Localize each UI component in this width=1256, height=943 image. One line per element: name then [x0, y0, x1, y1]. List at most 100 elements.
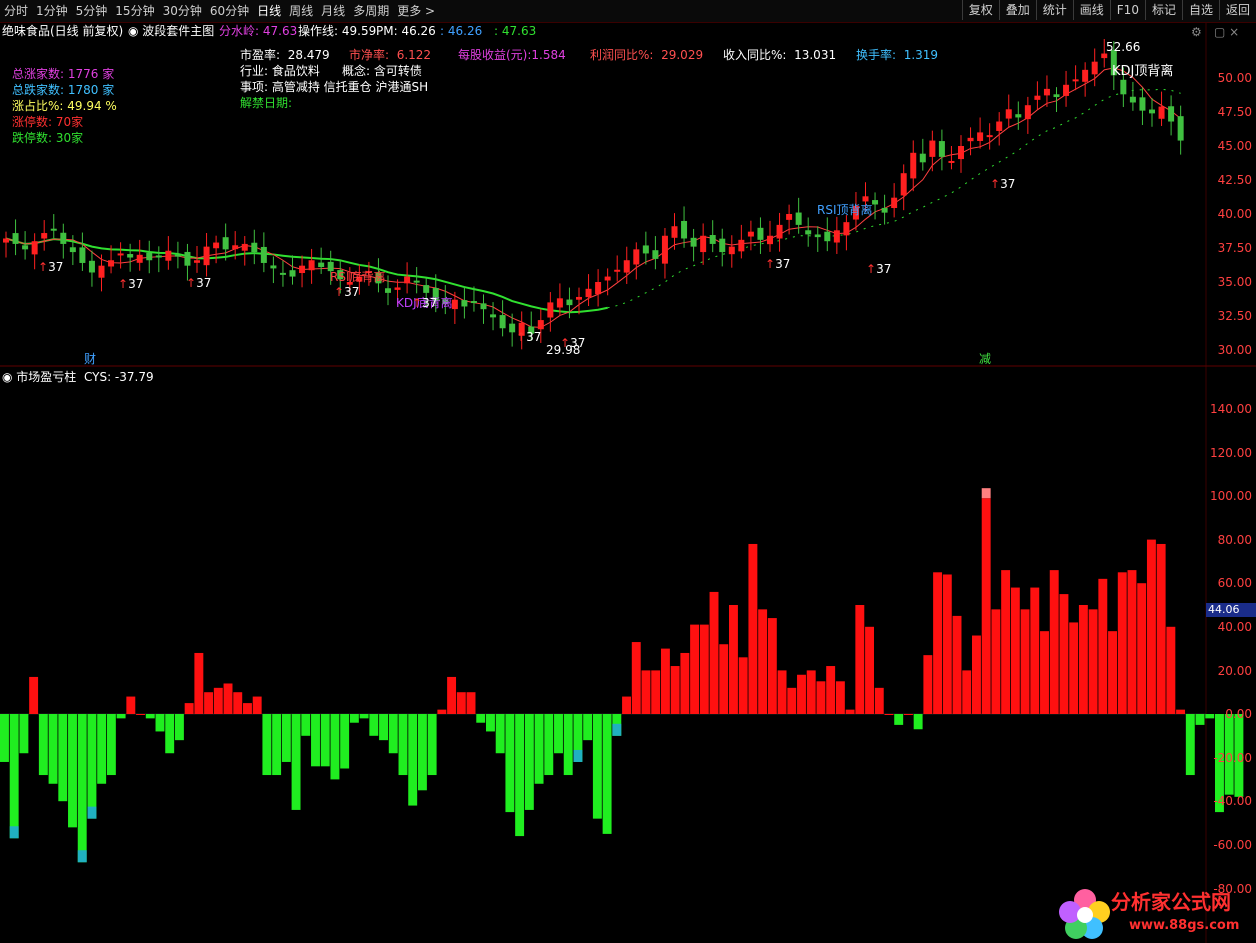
chart-canvas[interactable] — [0, 0, 1256, 943]
indicator-toggle-icon[interactable]: ◉ — [128, 24, 142, 38]
bar-mark — [349, 714, 359, 723]
bar-mark — [106, 714, 116, 776]
close-icon[interactable]: ▢ × — [1214, 25, 1239, 40]
bar-mark — [340, 714, 350, 769]
bar-mark — [1166, 626, 1176, 714]
watermark-url: www.88gs.com — [1129, 918, 1240, 933]
candle-body — [938, 141, 945, 157]
price-axis-label: 37.50 — [1217, 241, 1252, 255]
candle-body — [786, 214, 793, 220]
candle-body — [1005, 109, 1012, 119]
bar-mark — [738, 657, 748, 714]
bar-mark — [1059, 594, 1069, 714]
candle-body — [1139, 97, 1146, 111]
candle-body — [776, 224, 783, 239]
bar-mark — [515, 714, 525, 837]
bar-mark — [1020, 609, 1030, 714]
candle-body — [146, 252, 153, 261]
candle-body — [1091, 61, 1098, 75]
events: 事项: 高管减持 信托重仓 沪港通SH — [240, 80, 429, 94]
pb-ratio: 市净率: 6.122 — [349, 48, 432, 62]
bar-mark — [903, 714, 913, 715]
candle-body — [222, 237, 229, 250]
indicator-name[interactable]: ◉ 波段套件主图 — [128, 24, 214, 39]
bar-mark — [1176, 709, 1186, 714]
candle-body — [289, 270, 296, 277]
candle-body — [127, 254, 134, 258]
candle-body — [270, 265, 277, 269]
sub-axis-label: 100.00 — [1210, 489, 1252, 504]
bar-mark — [58, 714, 68, 802]
caozuo-line: 操作线: 49.59 — [298, 24, 377, 38]
candle-body — [681, 220, 688, 239]
bar-mark — [155, 714, 165, 732]
candle-body — [98, 265, 105, 278]
bar-mark — [320, 714, 330, 767]
bar-mark — [651, 670, 661, 714]
candle-body — [404, 276, 411, 284]
bar-mark — [48, 714, 58, 784]
bar-mark — [417, 714, 427, 791]
candle-body — [232, 245, 239, 250]
bar-mark — [865, 626, 874, 714]
candle-body — [661, 235, 668, 264]
settings-icon[interactable]: ⚙ — [1191, 25, 1202, 40]
candle-body — [470, 301, 477, 304]
high-price: 52.66 — [1106, 40, 1141, 54]
concept: 概念: 含可转债 — [342, 64, 422, 78]
bar-mark — [97, 714, 107, 784]
market-stat: 涨停数: 70家 — [12, 115, 84, 129]
candle-body — [967, 137, 974, 142]
candle-body — [165, 250, 172, 261]
sub-toggle-icon[interactable]: ◉ — [2, 370, 16, 384]
candle-body — [996, 121, 1003, 131]
bar-mark — [427, 714, 437, 776]
bar-mark — [369, 714, 379, 736]
price-axis-label: 35.00 — [1217, 275, 1252, 289]
bar-mark — [972, 635, 981, 714]
candle-body — [184, 251, 191, 266]
bar-mark — [1137, 583, 1147, 714]
candle-body — [757, 227, 764, 240]
rsi-top-label: RSI顶背离 — [817, 203, 873, 217]
bar-mark — [826, 666, 836, 714]
kdj-top-label: KDJ顶背离 — [1112, 64, 1174, 79]
stock-title[interactable]: 绝味食品(日线 前复权) — [2, 24, 123, 39]
bar-mark — [0, 714, 9, 762]
ma-line — [5, 237, 608, 314]
price-axis-label: 47.50 — [1217, 105, 1252, 119]
candle-body — [12, 233, 19, 244]
candle-body — [633, 249, 640, 265]
bar-mark — [631, 642, 641, 714]
sub-indicator-title[interactable]: ◉ 市场盈亏柱 CYS: -37.79 — [2, 370, 154, 385]
market-stat: 总跌家数: 1780 家 — [12, 83, 115, 97]
bar-mark — [641, 670, 651, 714]
bar-mark — [1146, 539, 1156, 714]
candle-body — [929, 140, 936, 157]
candle-body — [413, 280, 420, 283]
candle-body — [1082, 69, 1089, 82]
candle-body — [423, 285, 430, 293]
candle-body — [910, 152, 917, 179]
bar-mark — [942, 574, 952, 714]
bar-tip-mark — [9, 826, 19, 839]
candle-body — [251, 242, 258, 253]
candle-body — [556, 298, 563, 308]
bar-mark — [486, 714, 495, 732]
bar-mark — [87, 714, 97, 819]
candle-body — [728, 246, 735, 255]
value-2: : 47.63 — [494, 24, 537, 38]
bar-mark — [456, 692, 466, 714]
bar-mark — [913, 714, 923, 730]
bar-mark — [602, 714, 612, 834]
bar-mark — [1069, 622, 1079, 714]
bar-mark — [1117, 572, 1127, 714]
bar-mark — [1195, 714, 1205, 725]
bar-mark — [116, 714, 126, 719]
bar-mark — [388, 714, 398, 754]
bar-mark — [243, 703, 252, 714]
flower-logo-icon — [1059, 889, 1110, 939]
candle-body — [174, 254, 181, 257]
bar-mark — [359, 714, 369, 719]
bar-mark — [806, 670, 816, 714]
